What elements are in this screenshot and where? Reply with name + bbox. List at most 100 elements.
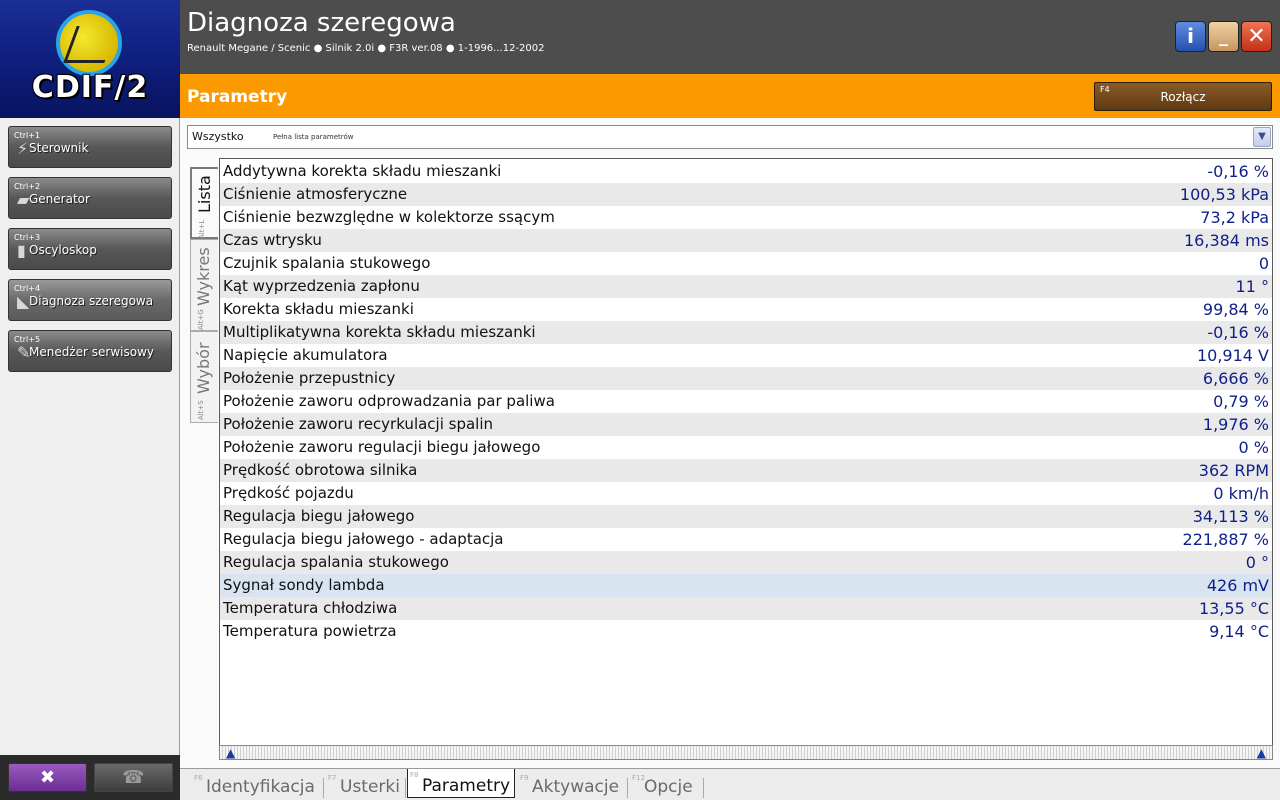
- logo-emblem-icon: [56, 10, 122, 76]
- tab-label: Identyfikacja: [206, 777, 315, 797]
- vehicle-info: Renault Megane / Scenic ● Silnik 2.0i ● …: [187, 43, 545, 54]
- table-row[interactable]: Położenie przepustnicy 6,666 %: [220, 367, 1272, 390]
- table-row[interactable]: Czas wtrysku 16,384 ms: [220, 229, 1272, 252]
- table-row[interactable]: Multiplikatywna korekta składu mieszanki…: [220, 321, 1272, 344]
- section-title: Parametry: [187, 87, 288, 107]
- shortcut-label: F8: [410, 771, 419, 779]
- tab-separator: [323, 778, 324, 798]
- parameter-value: 0 km/h: [1213, 484, 1269, 503]
- parameter-value: 0: [1258, 254, 1269, 273]
- sidebar-item-menedzer-serwisowy[interactable]: Ctrl+5 ✎ Menedżer serwisowy: [8, 330, 172, 372]
- section-bar: Parametry F4 Rozłącz: [180, 74, 1280, 118]
- table-row[interactable]: Regulacja biegu jałowego 34,113 %: [220, 505, 1272, 528]
- table-row[interactable]: Napięcie akumulatora 10,914 V: [220, 344, 1272, 367]
- tab-wybor[interactable]: Wybór Alt+S: [190, 331, 218, 423]
- minimize-button[interactable]: _: [1208, 21, 1239, 52]
- parameter-name: Położenie zaworu recyrkulacji spalin: [223, 415, 494, 433]
- parameter-name: Korekta składu mieszanki: [223, 300, 414, 318]
- parameter-value: 10,914 V: [1196, 346, 1269, 365]
- shortcut-label: F9: [520, 774, 529, 782]
- scroll-up-icon[interactable]: ▲: [1257, 747, 1266, 759]
- tab-aktywacje[interactable]: F9 Aktywacje: [518, 772, 628, 799]
- disconnect-label: Rozłącz: [1160, 90, 1206, 104]
- filter-value: Wszystko: [192, 130, 244, 143]
- tab-separator: [627, 778, 628, 798]
- shortcut-label: F7: [328, 774, 337, 782]
- table-row[interactable]: Addytywna korekta składu mieszanki -0,16 …: [220, 160, 1272, 183]
- sidebar-item-label: Diagnoza szeregowa: [29, 294, 154, 308]
- logo-text: CDIF/2: [31, 70, 149, 105]
- chevron-down-icon[interactable]: ▼: [1253, 127, 1271, 147]
- tab-label: Lista: [195, 175, 214, 213]
- parameter-name: Multiplikatywna korekta składu mieszanki: [223, 323, 536, 341]
- tab-separator: [703, 778, 704, 798]
- parameter-value: 11 °: [1235, 277, 1269, 296]
- parameter-name: Czujnik spalania stukowego: [223, 254, 431, 272]
- parameter-name: Prędkość obrotowa silnika: [223, 461, 418, 479]
- parameter-name: Położenie zaworu regulacji biegu jałoweg…: [223, 438, 541, 456]
- tools-icon: ✖: [39, 767, 56, 788]
- tab-lista[interactable]: Lista Alt+L: [190, 167, 218, 239]
- sidebar-item-oscyloskop[interactable]: Ctrl+3 ▮ Oscyloskop: [8, 228, 172, 270]
- table-row[interactable]: Temperatura chłodziwa 13,55 °C: [220, 597, 1272, 620]
- table-row[interactable]: Regulacja biegu jałowego - adaptacja 221,…: [220, 528, 1272, 551]
- sidebar-item-label: Oscyloskop: [29, 243, 97, 257]
- close-button[interactable]: ✕: [1241, 21, 1272, 52]
- table-row[interactable]: Położenie zaworu recyrkulacji spalin 1,97…: [220, 413, 1272, 436]
- controller-icon: ⚡: [17, 139, 29, 158]
- sidebar-item-label: Menedżer serwisowy: [29, 345, 154, 359]
- parameter-name: Regulacja spalania stukowego: [223, 553, 449, 571]
- parameter-name: Ciśnienie atmosferyczne: [223, 185, 408, 203]
- shortcut-label: F6: [194, 774, 203, 782]
- info-button[interactable]: i: [1175, 21, 1206, 52]
- tab-identyfikacja[interactable]: F6 Identyfikacja: [192, 772, 324, 799]
- tab-wykres[interactable]: Wykres Alt+G: [190, 239, 218, 331]
- info-icon: i: [1187, 24, 1194, 48]
- parameter-value: 0 %: [1238, 438, 1269, 457]
- tab-label: Wybór: [194, 342, 213, 394]
- disconnect-button[interactable]: F4 Rozłącz: [1094, 82, 1272, 111]
- parameter-name: Położenie przepustnicy: [223, 369, 396, 387]
- parameter-name: Ciśnienie bezwzględne w kolektorze ssący…: [223, 208, 555, 226]
- tools-button[interactable]: ✖: [8, 763, 87, 792]
- parameter-value: 13,55 °C: [1198, 599, 1269, 618]
- table-row[interactable]: Ciśnienie atmosferyczne 100,53 kPa: [220, 183, 1272, 206]
- sidebar-item-generator[interactable]: Ctrl+2 ▰ Generator: [8, 177, 172, 219]
- parameter-value: 0 °: [1245, 553, 1269, 572]
- table-row[interactable]: Położenie zaworu regulacji biegu jałoweg…: [220, 436, 1272, 459]
- tab-parametry[interactable]: F8 Parametry: [407, 769, 515, 798]
- table-row[interactable]: Czujnik spalania stukowego 0: [220, 252, 1272, 275]
- parameter-value: -0,16 %: [1207, 323, 1269, 342]
- parameter-list[interactable]: Addytywna korekta składu mieszanki -0,16 …: [219, 158, 1273, 760]
- table-row[interactable]: Korekta składu mieszanki 99,84 %: [220, 298, 1272, 321]
- table-row[interactable]: Ciśnienie bezwzględne w kolektorze ssący…: [220, 206, 1272, 229]
- phone-button[interactable]: ☎: [94, 763, 173, 792]
- table-row[interactable]: Kąt wyprzedzenia zapłonu 11 °: [220, 275, 1272, 298]
- serial-diagnosis-icon: ◣: [17, 292, 30, 311]
- parameter-name: Prędkość pojazdu: [223, 484, 354, 502]
- parameter-value: 73,2 kPa: [1200, 208, 1269, 227]
- page-title: Diagnoza szeregowa: [187, 8, 456, 38]
- parameter-value: 426 mV: [1206, 576, 1269, 595]
- horizontal-scrollbar[interactable]: ▲ ▲: [219, 745, 1273, 760]
- sidebar-item-label: Sterownik: [29, 141, 89, 155]
- table-row[interactable]: Temperatura powietrza 9,14 °C: [220, 620, 1272, 643]
- tab-usterki[interactable]: F7 Usterki: [326, 772, 406, 799]
- table-row[interactable]: Położenie zaworu odprowadzania par paliw…: [220, 390, 1272, 413]
- sidebar-item-diagnoza-szeregowa[interactable]: Ctrl+4 ◣ Diagnoza szeregowa: [8, 279, 172, 321]
- bottom-tab-bar: F6 Identyfikacja F7 Usterki F8 Parametry…: [180, 768, 1280, 800]
- table-row[interactable]: Sygnał sondy lambda 426 mV: [220, 574, 1272, 597]
- sidebar-item-sterownik[interactable]: Ctrl+1 ⚡ Sterownik: [8, 126, 172, 168]
- table-row[interactable]: Prędkość pojazdu 0 km/h: [220, 482, 1272, 505]
- close-icon: ✕: [1247, 24, 1266, 49]
- parameter-value: -0,16 %: [1207, 162, 1269, 181]
- scroll-up-icon[interactable]: ▲: [226, 747, 235, 759]
- table-row[interactable]: Regulacja spalania stukowego 0 °: [220, 551, 1272, 574]
- tab-opcje[interactable]: F12 Opcje: [630, 772, 704, 799]
- tab-label: Opcje: [644, 777, 693, 797]
- sidebar-item-label: Generator: [29, 192, 90, 206]
- filter-description: Pełna lista parametrów: [273, 133, 354, 141]
- sidebar: CDIF/2 Ctrl+1 ⚡ Sterownik Ctrl+2 ▰ Gener…: [0, 0, 180, 800]
- parameter-filter-select[interactable]: Wszystko Pełna lista parametrów ▼: [187, 125, 1273, 149]
- table-row[interactable]: Prędkość obrotowa silnika 362 RPM: [220, 459, 1272, 482]
